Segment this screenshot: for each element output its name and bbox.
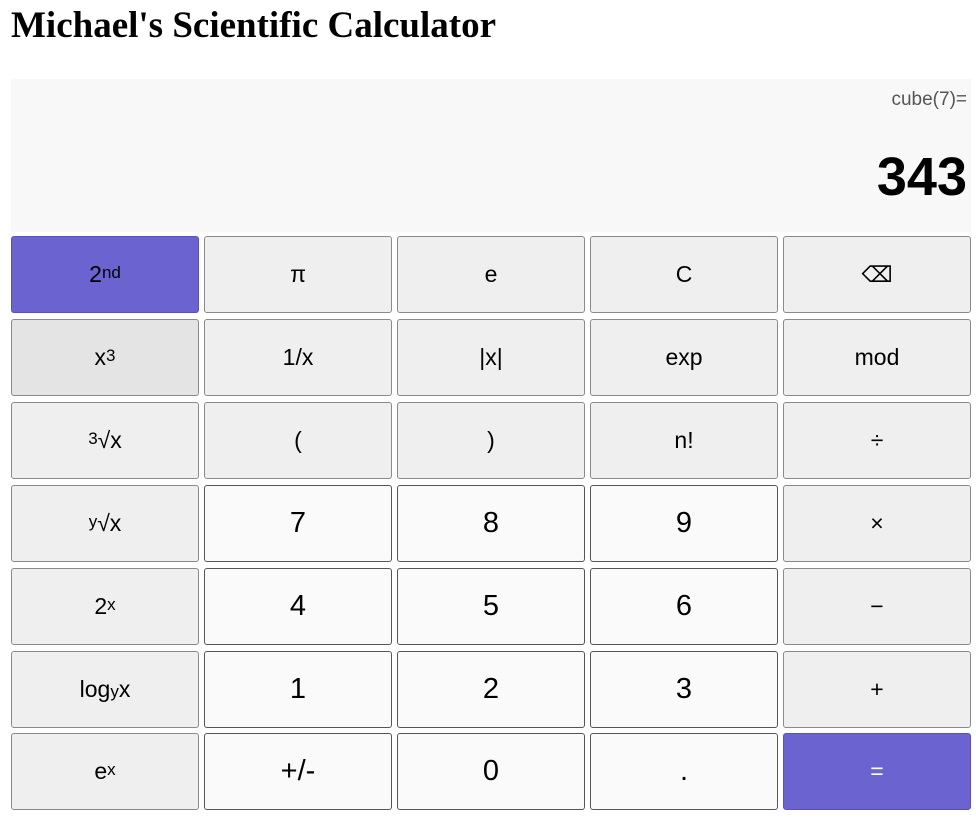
pi-button[interactable]: π [204, 236, 392, 313]
calculator-display: cube(7)= 343 [11, 79, 971, 232]
cube-button[interactable]: x3 [11, 319, 199, 396]
digit-8-button[interactable]: 8 [397, 485, 585, 562]
reciprocal-button[interactable]: 1/x [204, 319, 392, 396]
second-function-button[interactable]: 2nd [11, 236, 199, 313]
exp-button[interactable]: exp [590, 319, 778, 396]
digit-6-button[interactable]: 6 [590, 568, 778, 645]
minus-button[interactable]: − [783, 568, 971, 645]
divide-button[interactable]: ÷ [783, 402, 971, 479]
log-base-y-button[interactable]: log y x [11, 651, 199, 728]
left-paren-button[interactable]: ( [204, 402, 392, 479]
power-of-two-button[interactable]: 2x [11, 568, 199, 645]
negate-button[interactable]: +/- [204, 733, 392, 810]
digit-4-button[interactable]: 4 [204, 568, 392, 645]
exp-x-button[interactable]: ex [11, 733, 199, 810]
digit-3-button[interactable]: 3 [590, 651, 778, 728]
right-paren-button[interactable]: ) [397, 402, 585, 479]
decimal-button[interactable]: . [590, 733, 778, 810]
plus-button[interactable]: + [783, 651, 971, 728]
digit-9-button[interactable]: 9 [590, 485, 778, 562]
e-button[interactable]: e [397, 236, 585, 313]
backspace-icon: ⌫ [861, 261, 893, 287]
digit-0-button[interactable]: 0 [397, 733, 585, 810]
page-title: Michael's Scientific Calculator [11, 5, 497, 46]
digit-7-button[interactable]: 7 [204, 485, 392, 562]
backspace-button[interactable]: ⌫ [783, 236, 971, 313]
digit-2-button[interactable]: 2 [397, 651, 585, 728]
digit-1-button[interactable]: 1 [204, 651, 392, 728]
factorial-button[interactable]: n! [590, 402, 778, 479]
cube-root-button[interactable]: 3 √x [11, 402, 199, 479]
multiply-button[interactable]: × [783, 485, 971, 562]
expression-text: cube(7)= [891, 89, 967, 110]
absolute-value-button[interactable]: |x| [397, 319, 585, 396]
y-root-button[interactable]: y √x [11, 485, 199, 562]
clear-button[interactable]: C [590, 236, 778, 313]
equals-button[interactable]: = [783, 733, 971, 810]
mod-button[interactable]: mod [783, 319, 971, 396]
digit-5-button[interactable]: 5 [397, 568, 585, 645]
result-text: 343 [876, 147, 967, 207]
